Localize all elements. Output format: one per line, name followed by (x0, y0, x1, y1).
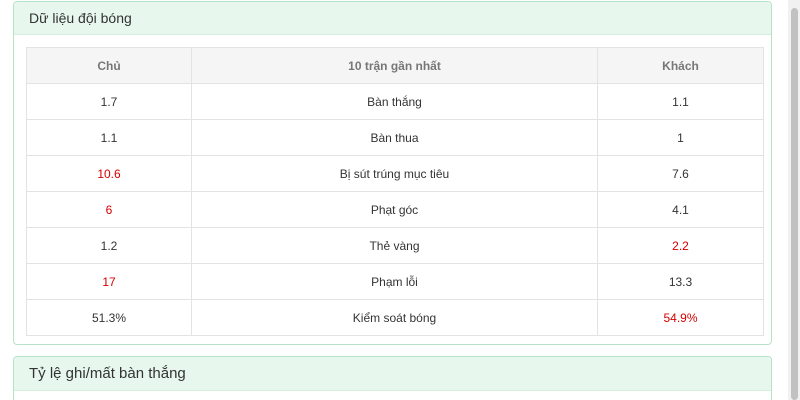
away-value: 7.6 (597, 155, 764, 192)
team-data-panel: Dữ liệu đội bóng Chủ 10 trận gần nhất Kh… (13, 1, 772, 345)
table-row: 10.6 Bị sút trúng mục tiêu 7.6 (26, 155, 764, 192)
away-value: 54.9% (597, 299, 764, 336)
stat-name: Bị sút trúng mục tiêu (191, 155, 598, 192)
table-row: 1.7 Bàn thắng 1.1 (26, 83, 764, 120)
table-header-row: Chủ 10 trận gần nhất Khách (26, 47, 764, 84)
score-ratio-panel-title: Tỷ lệ ghi/mất bàn thắng (14, 357, 771, 391)
home-value: 6 (26, 191, 192, 228)
stat-name: Kiểm soát bóng (191, 299, 598, 336)
home-value: 1.2 (26, 227, 192, 264)
home-value: 17 (26, 263, 192, 300)
page-scrollbar[interactable] (788, 0, 800, 400)
table-row: 17 Phạm lỗi 13.3 (26, 263, 764, 300)
stat-name: Phạm lỗi (191, 263, 598, 300)
home-value: 51.3% (26, 299, 192, 336)
stat-name: Thẻ vàng (191, 227, 598, 264)
team-data-panel-title: Dữ liệu đội bóng (14, 2, 771, 35)
away-value: 4.1 (597, 191, 764, 228)
away-value: 1 (597, 119, 764, 156)
table-row: 1.2 Thẻ vàng 2.2 (26, 227, 764, 264)
table-row: 6 Phạt góc 4.1 (26, 191, 764, 228)
away-value: 2.2 (597, 227, 764, 264)
column-header-stat: 10 trận gần nhất (191, 47, 598, 84)
column-header-home: Chủ (26, 47, 192, 84)
stat-name: Phạt góc (191, 191, 598, 228)
stat-name: Bàn thắng (191, 83, 598, 120)
scrollbar-thumb[interactable] (791, 8, 798, 400)
page: Dữ liệu đội bóng Chủ 10 trận gần nhất Kh… (0, 0, 800, 400)
away-value: 1.1 (597, 83, 764, 120)
home-value: 10.6 (26, 155, 192, 192)
score-ratio-panel: Tỷ lệ ghi/mất bàn thắng (13, 356, 772, 400)
away-value: 13.3 (597, 263, 764, 300)
table-row: 51.3% Kiểm soát bóng 54.9% (26, 299, 764, 336)
home-value: 1.7 (26, 83, 192, 120)
team-stats-table: Chủ 10 trận gần nhất Khách 1.7 Bàn thắng… (26, 47, 764, 336)
table-row: 1.1 Bàn thua 1 (26, 119, 764, 156)
stat-name: Bàn thua (191, 119, 598, 156)
column-header-away: Khách (597, 47, 764, 84)
home-value: 1.1 (26, 119, 192, 156)
